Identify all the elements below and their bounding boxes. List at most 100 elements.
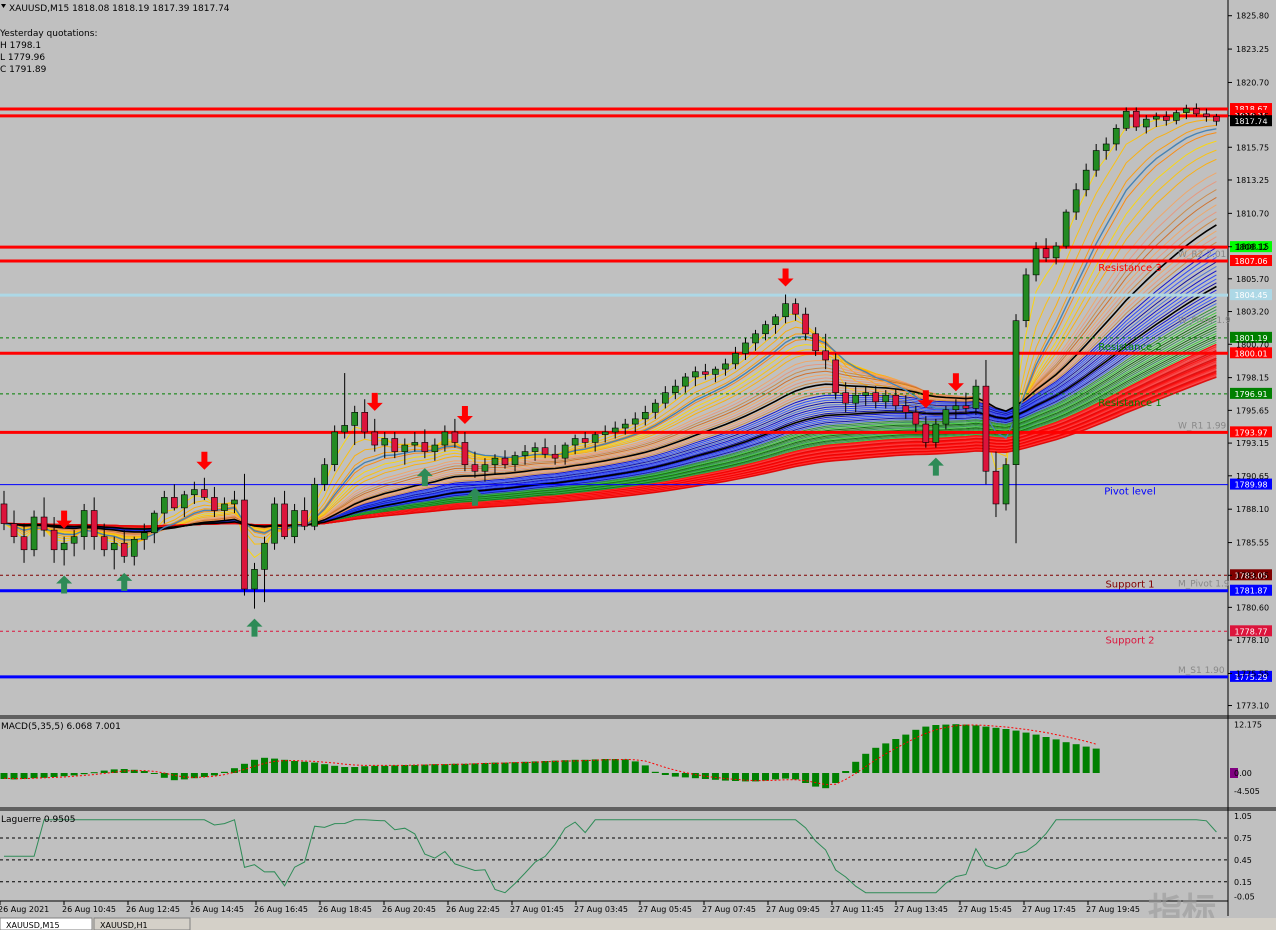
- macd-bar: [341, 767, 349, 773]
- level-price-label: 1793.97: [1234, 428, 1267, 437]
- candle-body: [952, 405, 960, 411]
- macd-bar: [200, 773, 208, 777]
- candle-body: [621, 423, 629, 429]
- macd-bar: [311, 762, 319, 773]
- candle-body: [181, 494, 188, 509]
- candle-body: [1173, 112, 1180, 121]
- time-tick-label: 27 Aug 11:45: [830, 905, 884, 914]
- candle-body: [762, 324, 769, 335]
- candle-body: [702, 371, 709, 375]
- candle-body: [571, 438, 579, 446]
- price-tick-label: 1820.70: [1236, 78, 1269, 87]
- candle-body: [381, 438, 389, 446]
- candle-body: [1082, 169, 1090, 191]
- price-tick-label: 1815.75: [1236, 143, 1269, 152]
- candle-body: [431, 444, 439, 452]
- candle-body: [331, 431, 338, 465]
- pivot-side-label: W_R2 2.01: [1178, 250, 1226, 260]
- laguerre-tick-label: 0.75: [1234, 834, 1252, 843]
- price-tick-label: 1825.80: [1236, 12, 1269, 21]
- price-tick-label: 1775.55: [1236, 669, 1269, 678]
- macd-bar: [281, 759, 289, 773]
- laguerre-tick-label: 1.05: [1234, 812, 1252, 821]
- candle: [1062, 209, 1070, 249]
- candle-body: [662, 392, 669, 404]
- candle-body: [471, 464, 479, 472]
- candle-body: [491, 457, 499, 465]
- candle-body: [722, 363, 729, 370]
- macd-bar: [421, 764, 429, 773]
- price-tick-label: 1810.70: [1236, 209, 1269, 218]
- macd-bar: [331, 765, 339, 773]
- time-tick-label: 27 Aug 13:45: [894, 905, 948, 914]
- macd-bar: [50, 773, 58, 777]
- macd-bar: [641, 765, 649, 773]
- pivot-side-label: M_Pivot 1.9: [1178, 580, 1230, 590]
- candle-body: [772, 316, 779, 325]
- candle-body: [301, 510, 308, 527]
- macd-bar: [30, 773, 38, 779]
- tab-xauusd-h1[interactable]: XAUUSD,H1: [93, 917, 191, 930]
- candle-body: [20, 536, 28, 551]
- macd-bar: [772, 773, 780, 780]
- price-tick-label: 1800.70: [1236, 340, 1269, 349]
- level-name: Support 2: [1105, 635, 1154, 646]
- yesterday-title: Yesterday quotations:: [0, 29, 97, 39]
- candle-body: [30, 516, 38, 551]
- candle-body: [391, 438, 399, 452]
- macd-bar: [992, 727, 1000, 773]
- macd-bar: [70, 773, 78, 776]
- macd-bar: [872, 747, 880, 773]
- macd-bar: [271, 758, 279, 773]
- macd-bar: [531, 761, 539, 773]
- macd-bar: [561, 760, 569, 773]
- macd-bar: [581, 759, 589, 773]
- tab-xauusd-m15[interactable]: XAUUSD,M15: [0, 917, 93, 930]
- candle-body: [591, 434, 599, 443]
- price-tick-label: 1808.15: [1236, 243, 1269, 252]
- candle-body: [561, 444, 569, 459]
- candle-body: [100, 536, 108, 551]
- level-name: Resistance 3: [1098, 263, 1161, 274]
- time-tick-label: 26 Aug 16:45: [254, 905, 308, 914]
- candle: [311, 477, 318, 531]
- candle-body: [1072, 189, 1080, 213]
- candle-body: [201, 489, 208, 498]
- macd-bar: [621, 759, 629, 773]
- level-price-label: 1807.06: [1234, 257, 1267, 266]
- candle: [30, 510, 38, 557]
- price-tick-label: 1818.15: [1236, 112, 1269, 121]
- candle-body: [822, 350, 829, 361]
- candle-body: [1213, 116, 1220, 122]
- macd-bar: [291, 761, 299, 773]
- macd-bar: [942, 724, 950, 773]
- macd-bar: [651, 771, 659, 773]
- level-price-label: 1804.45: [1234, 291, 1267, 300]
- candle-body: [161, 497, 168, 514]
- macd-bar: [1042, 737, 1050, 773]
- candle-body: [110, 542, 118, 551]
- macd-bar: [681, 773, 689, 778]
- level-name: Resistance 1: [1098, 398, 1161, 409]
- candle-body: [992, 470, 1000, 505]
- candle-body: [321, 464, 328, 485]
- price-tick-label: 1795.65: [1236, 406, 1269, 415]
- macd-bar: [952, 724, 960, 773]
- candle-body: [672, 385, 679, 393]
- yesterday-low: L 1779.96: [0, 53, 45, 63]
- candle-body: [541, 447, 549, 455]
- macd-bar: [591, 759, 599, 773]
- macd-bar: [631, 761, 639, 773]
- time-tick-label: 27 Aug 03:45: [574, 905, 628, 914]
- candle-body: [872, 392, 880, 403]
- time-tick-label: 26 Aug 18:45: [318, 905, 372, 914]
- macd-bar: [511, 762, 519, 773]
- candle-body: [742, 342, 749, 354]
- candle-body: [151, 512, 158, 534]
- macd-bar: [100, 770, 108, 773]
- candle-body: [10, 523, 18, 537]
- trading-chart[interactable]: 1818.671818.151817.741808.12Resistance 3…: [0, 0, 1276, 930]
- macd-bar: [1092, 748, 1100, 773]
- candle-body: [401, 444, 409, 452]
- candle-body: [1122, 110, 1130, 129]
